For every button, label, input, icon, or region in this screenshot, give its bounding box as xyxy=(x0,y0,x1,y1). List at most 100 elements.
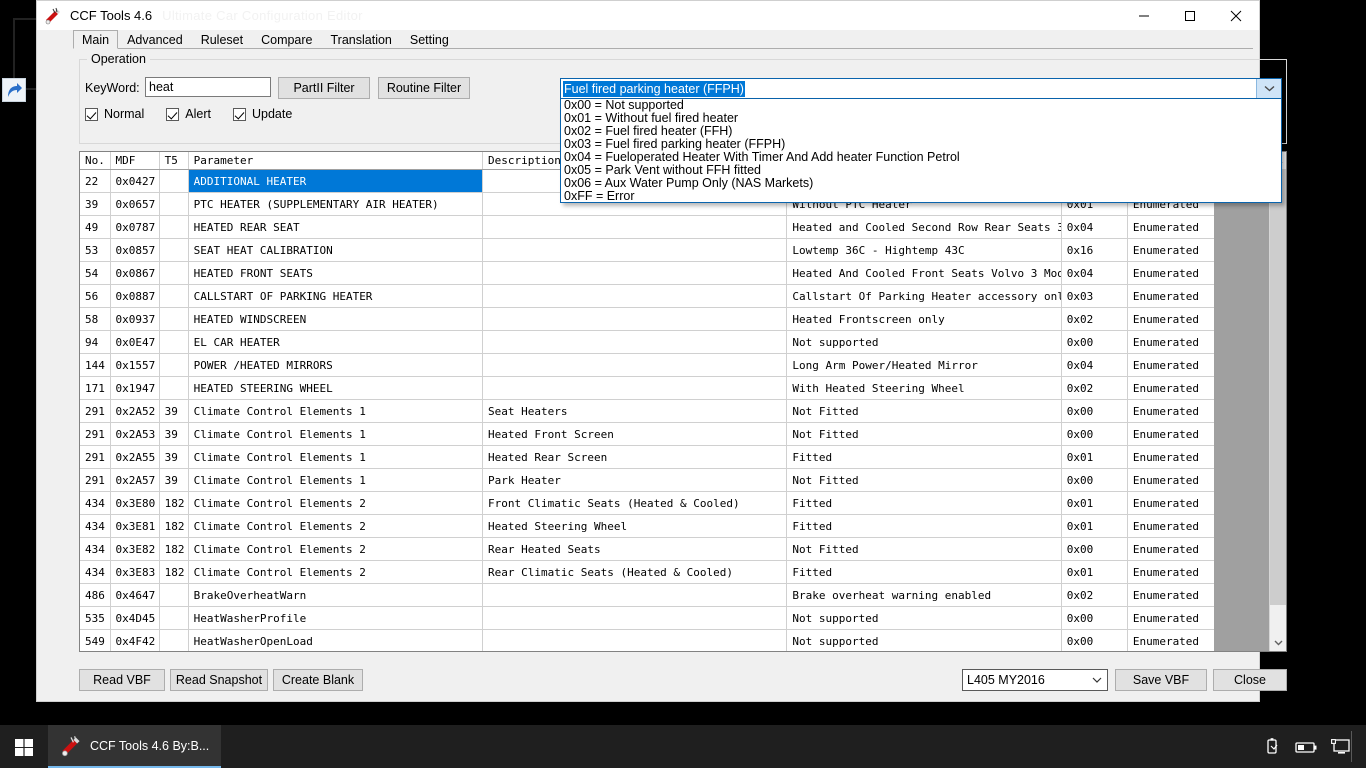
table-row[interactable]: 58 0x0937 HEATED WINDSCREEN Heated Frontscr… xyxy=(80,307,1217,331)
table-row[interactable]: 291 0x2A55 39 Climate Control Elements 1 Hea… xyxy=(80,445,1217,469)
scrollbar-thumb[interactable] xyxy=(1270,169,1286,605)
model-combobox[interactable]: L405 MY2016 xyxy=(962,669,1108,691)
checkbox-update[interactable]: Update xyxy=(233,107,292,121)
cell-value-text[interactable]: Not Fitted xyxy=(786,399,1062,423)
close-window-button[interactable]: Close xyxy=(1213,669,1287,691)
cell-t5[interactable]: 182 xyxy=(159,514,189,538)
cell-type[interactable]: Enumerated xyxy=(1127,537,1217,561)
cell-t5[interactable] xyxy=(159,215,189,239)
cell-no[interactable]: 434 xyxy=(80,537,111,561)
cell-value-text[interactable]: Brake overheat warning enabled xyxy=(786,583,1062,607)
cell-value[interactable]: 0x00 xyxy=(1061,629,1128,651)
close-button[interactable] xyxy=(1213,1,1259,30)
cell-description[interactable] xyxy=(482,307,788,331)
table-row[interactable]: 144 0x1557 POWER /HEATED MIRRORS Long Arm P… xyxy=(80,353,1217,377)
cell-parameter[interactable]: Climate Control Elements 1 xyxy=(188,422,484,446)
cell-no[interactable]: 53 xyxy=(80,238,111,262)
start-button[interactable] xyxy=(0,725,48,768)
cell-value-text[interactable]: Long Arm Power/Heated Mirror xyxy=(786,353,1062,377)
cell-value[interactable]: 0x01 xyxy=(1061,560,1128,584)
cell-type[interactable]: Enumerated xyxy=(1127,445,1217,469)
tab-ruleset[interactable]: Ruleset xyxy=(192,30,252,49)
value-combobox-arrow-button[interactable] xyxy=(1256,79,1281,98)
cell-t5[interactable] xyxy=(159,284,189,308)
cell-parameter[interactable]: Climate Control Elements 2 xyxy=(188,514,484,538)
show-desktop-button[interactable] xyxy=(1351,731,1352,762)
cell-no[interactable]: 22 xyxy=(80,169,111,193)
cell-description[interactable]: Rear Climatic Seats (Heated & Cooled) xyxy=(482,560,788,584)
cell-description[interactable]: Front Climatic Seats (Heated & Cooled) xyxy=(482,491,788,515)
cell-no[interactable]: 549 xyxy=(80,629,111,651)
table-row[interactable]: 434 0x3E81 182 Climate Control Elements 2 He… xyxy=(80,514,1217,538)
cell-mdf[interactable]: 0x0E47 xyxy=(110,330,160,354)
table-row[interactable]: 94 0x0E47 EL CAR HEATER Not supported 0x00 En… xyxy=(80,330,1217,354)
cell-type[interactable]: Enumerated xyxy=(1127,284,1217,308)
cell-mdf[interactable]: 0x2A57 xyxy=(110,468,160,492)
grid-vertical-scrollbar[interactable] xyxy=(1269,152,1286,651)
column-header-parameter[interactable]: Parameter xyxy=(188,152,484,170)
table-row[interactable]: 291 0x2A57 39 Climate Control Elements 1 Par… xyxy=(80,468,1217,492)
cell-parameter[interactable]: Climate Control Elements 2 xyxy=(188,560,484,584)
cell-t5[interactable]: 182 xyxy=(159,537,189,561)
cell-value-text[interactable]: Heated Frontscreen only xyxy=(786,307,1062,331)
create-blank-button[interactable]: Create Blank xyxy=(273,669,363,691)
cell-description[interactable]: Heated Steering Wheel xyxy=(482,514,788,538)
cell-t5[interactable] xyxy=(159,169,189,193)
cell-parameter[interactable]: HEATED WINDSCREEN xyxy=(188,307,484,331)
cell-t5[interactable] xyxy=(159,583,189,607)
cell-type[interactable]: Enumerated xyxy=(1127,491,1217,515)
cell-parameter[interactable]: HEATED FRONT SEATS xyxy=(188,261,484,285)
maximize-button[interactable] xyxy=(1167,1,1213,30)
cell-mdf[interactable]: 0x2A53 xyxy=(110,422,160,446)
cell-parameter[interactable]: Climate Control Elements 1 xyxy=(188,468,484,492)
tab-advanced[interactable]: Advanced xyxy=(118,30,192,49)
cell-t5[interactable]: 182 xyxy=(159,560,189,584)
cell-description[interactable]: Rear Heated Seats xyxy=(482,537,788,561)
tab-main[interactable]: Main xyxy=(73,30,119,49)
cell-type[interactable]: Enumerated xyxy=(1127,353,1217,377)
cell-value[interactable]: 0x01 xyxy=(1061,514,1128,538)
table-row[interactable]: 434 0x3E83 182 Climate Control Elements 2 Re… xyxy=(80,560,1217,584)
cell-parameter[interactable]: Climate Control Elements 1 xyxy=(188,445,484,469)
cell-value[interactable]: 0x00 xyxy=(1061,606,1128,630)
value-combobox-field[interactable]: Fuel fired parking heater (FFPH) xyxy=(560,78,1282,99)
tab-setting[interactable]: Setting xyxy=(401,30,458,49)
cell-no[interactable]: 291 xyxy=(80,468,111,492)
cell-value[interactable]: 0x02 xyxy=(1061,583,1128,607)
cell-no[interactable]: 434 xyxy=(80,560,111,584)
cell-type[interactable]: Enumerated xyxy=(1127,399,1217,423)
minimize-button[interactable] xyxy=(1121,1,1167,30)
cell-mdf[interactable]: 0x1557 xyxy=(110,353,160,377)
cell-no[interactable]: 434 xyxy=(80,491,111,515)
cell-parameter[interactable]: Climate Control Elements 1 xyxy=(188,399,484,423)
cell-parameter[interactable]: HEATED STEERING WHEEL xyxy=(188,376,484,400)
cell-mdf[interactable]: 0x0427 xyxy=(110,169,160,193)
desktop-shortcut-icon[interactable] xyxy=(2,78,26,102)
cell-parameter[interactable]: POWER /HEATED MIRRORS xyxy=(188,353,484,377)
cell-t5[interactable] xyxy=(159,192,189,216)
read-vbf-button[interactable]: Read VBF xyxy=(79,669,165,691)
column-header-t5[interactable]: T5 xyxy=(159,152,189,170)
cell-description[interactable] xyxy=(482,215,788,239)
cell-parameter[interactable]: Climate Control Elements 2 xyxy=(188,537,484,561)
cell-t5[interactable] xyxy=(159,261,189,285)
network-display-icon[interactable] xyxy=(1330,737,1352,757)
cell-type[interactable]: Enumerated xyxy=(1127,514,1217,538)
cell-value-text[interactable]: Lowtemp 36C - Hightemp 43C xyxy=(786,238,1062,262)
cell-mdf[interactable]: 0x3E81 xyxy=(110,514,160,538)
cell-mdf[interactable]: 0x3E82 xyxy=(110,537,160,561)
cell-mdf[interactable]: 0x0887 xyxy=(110,284,160,308)
cell-parameter[interactable]: CALLSTART OF PARKING HEATER xyxy=(188,284,484,308)
partii-filter-button[interactable]: PartII Filter xyxy=(278,77,370,99)
cell-value-text[interactable]: Heated and Cooled Second Row Rear Seats … xyxy=(786,215,1062,239)
cell-type[interactable]: Enumerated xyxy=(1127,376,1217,400)
cell-parameter[interactable]: HEATED REAR SEAT xyxy=(188,215,484,239)
cell-value[interactable]: 0x00 xyxy=(1061,422,1128,446)
save-vbf-button[interactable]: Save VBF xyxy=(1115,669,1207,691)
cell-parameter[interactable]: PTC HEATER (SUPPLEMENTARY AIR HEATER) xyxy=(188,192,484,216)
cell-no[interactable]: 434 xyxy=(80,514,111,538)
cell-value[interactable]: 0x04 xyxy=(1061,215,1128,239)
table-row[interactable]: 291 0x2A53 39 Climate Control Elements 1 Hea… xyxy=(80,422,1217,446)
table-row[interactable]: 53 0x0857 SEAT HEAT CALIBRATION Lowtemp 36C… xyxy=(80,238,1217,262)
cell-description[interactable] xyxy=(482,353,788,377)
